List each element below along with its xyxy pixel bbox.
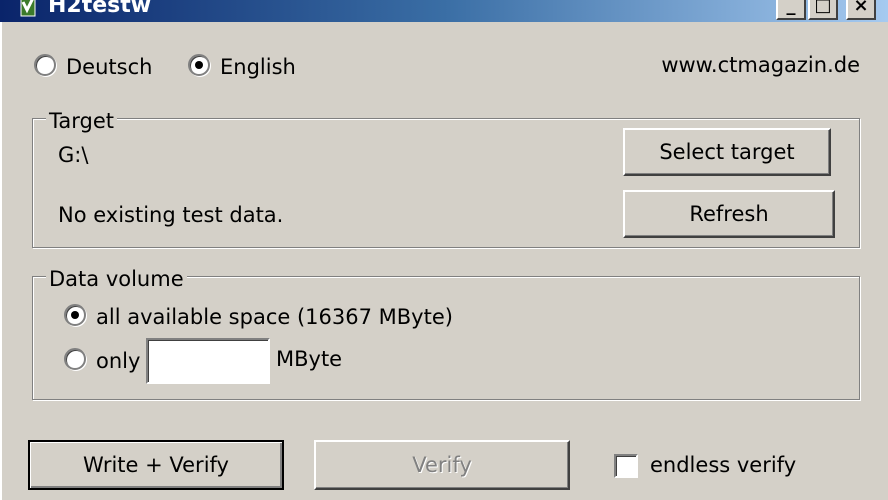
select-target-button[interactable]: Select target xyxy=(623,128,831,176)
only-mbyte-input[interactable] xyxy=(146,338,270,384)
data-volume-group-title: Data volume xyxy=(46,266,187,292)
write-verify-button[interactable]: Write + Verify xyxy=(28,440,284,490)
endless-verify-label: endless verify xyxy=(650,453,797,477)
minimize-icon: _ xyxy=(786,0,796,16)
label-english: English xyxy=(220,55,296,79)
target-status: No existing test data. xyxy=(58,203,284,227)
dialog-content: Deutsch English www.ctmagazin.de Target … xyxy=(0,22,888,500)
maximize-icon: □ xyxy=(814,0,832,16)
target-group-title: Target xyxy=(46,108,117,134)
label-all-space: all available space (16367 MByte) xyxy=(96,305,453,329)
radio-deutsch[interactable] xyxy=(34,54,56,76)
radio-only[interactable] xyxy=(64,348,86,370)
radio-english[interactable] xyxy=(188,54,210,76)
title-bar[interactable]: H2testw _ □ × xyxy=(0,0,888,22)
minimize-button[interactable]: _ xyxy=(776,0,806,20)
refresh-button[interactable]: Refresh xyxy=(623,190,835,238)
maximize-button[interactable]: □ xyxy=(808,0,838,20)
label-mbyte-unit: MByte xyxy=(276,347,343,371)
website-link[interactable]: www.ctmagazin.de xyxy=(661,52,860,78)
verify-button[interactable]: Verify xyxy=(314,440,570,490)
close-icon: × xyxy=(853,0,869,16)
window-title: H2testw xyxy=(48,0,152,18)
app-icon xyxy=(20,0,36,17)
close-button[interactable]: × xyxy=(846,0,876,20)
label-only: only xyxy=(96,349,141,373)
radio-all-space[interactable] xyxy=(64,304,86,326)
label-deutsch: Deutsch xyxy=(66,55,153,79)
endless-verify-checkbox[interactable] xyxy=(614,454,638,478)
h2testw-window: H2testw _ □ × Deutsch English www.ctmaga… xyxy=(0,0,888,500)
target-path: G:\ xyxy=(58,143,89,167)
